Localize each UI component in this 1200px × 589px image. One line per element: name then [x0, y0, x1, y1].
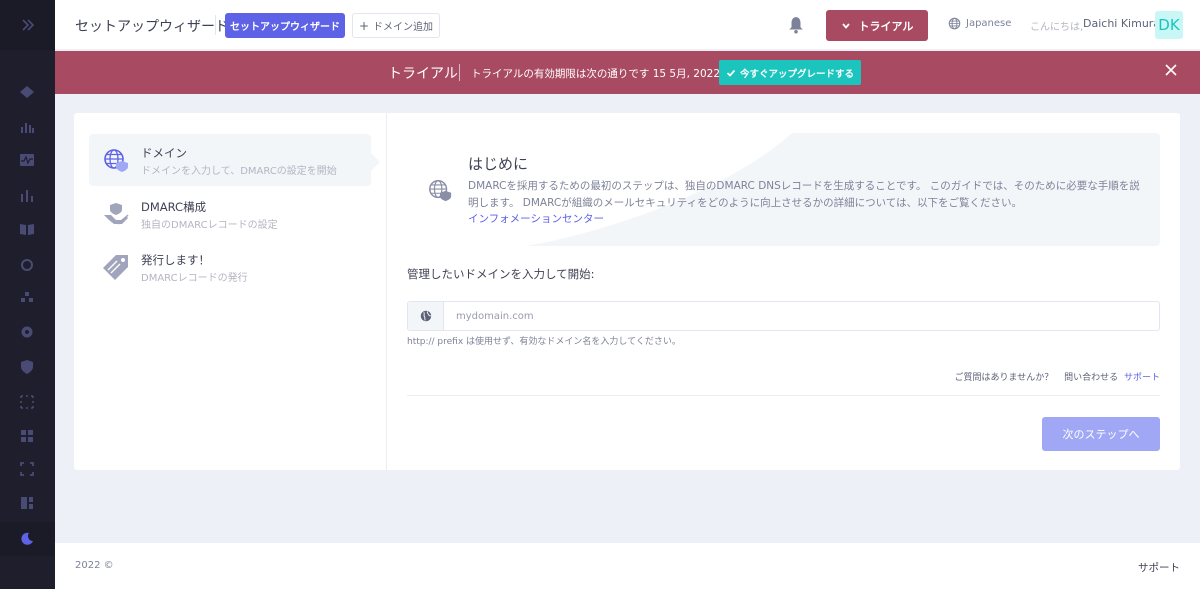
sidebar-item-chart[interactable] — [18, 118, 36, 136]
frame-icon — [20, 462, 34, 476]
sidebar-item-circle[interactable] — [18, 256, 36, 274]
layout-icon — [21, 497, 33, 509]
bar-chart-icon — [21, 123, 34, 133]
sidebar-item-layout[interactable] — [18, 494, 36, 512]
username[interactable]: Daichi Kimura — [1083, 17, 1160, 30]
step-publish[interactable]: 発行します！ DMARCレコードの発行 — [89, 241, 371, 293]
sidebar — [0, 0, 55, 589]
avatar[interactable]: DK — [1155, 11, 1183, 39]
language-selector[interactable]: Japanese — [948, 17, 1011, 30]
information-center-link[interactable]: インフォメーションセンター — [468, 211, 604, 226]
contact-text: 問い合わせる — [1064, 373, 1119, 383]
domain-input-label: 管理したいドメインを入力して開始: — [407, 267, 595, 281]
plus-icon: + — [358, 18, 370, 33]
active-step-arrow — [371, 153, 380, 171]
next-step-button[interactable]: 次のステップへ — [1042, 417, 1160, 451]
sidebar-item-scan[interactable] — [18, 393, 36, 411]
footer-support-link[interactable]: サポート — [1138, 560, 1180, 575]
globe-icon — [420, 310, 431, 322]
globe-shield-icon — [429, 179, 452, 202]
gear-icon — [21, 326, 33, 338]
step-description: 独自のDMARCレコードの設定 — [141, 220, 278, 231]
dots-icon — [21, 292, 33, 302]
setup-wizard-button[interactable]: セットアップウィザード — [225, 13, 345, 38]
step-dmarc-config[interactable]: DMARC構成 独自のDMARCレコードの設定 — [89, 188, 371, 240]
shield-icon — [21, 360, 33, 374]
sidebar-item-frame[interactable] — [18, 460, 36, 478]
globe-icon — [948, 17, 961, 30]
check-icon — [726, 69, 736, 77]
layers-icon — [20, 86, 34, 98]
help-row: ご質問はありませんか？ 問い合わせる サポート — [954, 370, 1160, 383]
input-addon — [408, 302, 444, 330]
domain-input-hint: http:// prefix は使用せず、有効なドメイン名を入力してください。 — [407, 337, 681, 347]
banner-separator — [459, 64, 460, 81]
divider — [407, 395, 1160, 396]
upgrade-now-button[interactable]: 今すぐアップグレードする — [719, 60, 861, 85]
step-title: ドメイン — [141, 146, 187, 160]
step-domain[interactable]: ドメイン ドメインを入力して、DMARCの設定を開始 — [89, 134, 371, 186]
step-content: はじめに DMARCを採用するための最初のステップは、独自のDMARC DNSレ… — [407, 133, 1160, 470]
language-label: Japanese — [966, 18, 1012, 29]
intro-box: はじめに DMARCを採用するための最初のステップは、独自のDMARC DNSレ… — [407, 133, 1160, 246]
step-description: ドメインを入力して、DMARCの設定を開始 — [141, 166, 337, 177]
double-chevron-right-icon — [21, 19, 34, 31]
help-question: ご質問はありませんか？ — [954, 373, 1054, 383]
step-description: DMARCレコードの発行 — [141, 273, 248, 284]
sidebar-item-wizard[interactable] — [18, 530, 36, 548]
intro-title: はじめに — [468, 155, 529, 173]
step-title: DMARC構成 — [141, 200, 207, 214]
domain-input-group — [407, 301, 1160, 331]
moon-icon — [21, 532, 33, 545]
sidebar-item-settings[interactable] — [18, 323, 36, 341]
banner-label: トライアル — [388, 66, 458, 82]
banner-text: トライアルの有効期限は次の通りです 15 5月, 2022 — [471, 68, 721, 80]
header: セットアップウィザード セットアップウィザード + ドメイン追加 トライアル J… — [55, 0, 1200, 50]
circle-icon — [21, 259, 33, 271]
grid-icon — [21, 430, 33, 442]
footer: 2022 © サポート — [55, 543, 1200, 589]
sidebar-toggle[interactable] — [0, 0, 55, 50]
scan-icon — [20, 395, 34, 409]
footer-copyright: 2022 © — [75, 560, 114, 571]
activity-icon — [20, 154, 34, 166]
sidebar-item-dots[interactable] — [18, 289, 36, 307]
sidebar-item-activity[interactable] — [18, 151, 36, 169]
sidebar-item-shield[interactable] — [18, 358, 36, 376]
domain-input[interactable] — [444, 302, 1159, 330]
trial-banner: トライアル トライアルの有効期限は次の通りです 15 5月, 2022 今すぐア… — [55, 51, 1200, 94]
tags-icon — [103, 255, 128, 280]
book-icon — [20, 224, 34, 235]
trial-button-label: トライアル — [858, 19, 914, 33]
wizard-steps: ドメイン ドメインを入力して、DMARCの設定を開始 DMARC構成 独自のDM… — [74, 113, 387, 470]
title-separator — [215, 15, 216, 35]
hand-shield-icon — [104, 203, 129, 225]
wizard-card: ドメイン ドメインを入力して、DMARCの設定を開始 DMARC構成 独自のDM… — [74, 113, 1180, 470]
support-link[interactable]: サポート — [1124, 373, 1160, 383]
step-title: 発行します！ — [141, 253, 210, 267]
intro-text: DMARCを採用するための最初のステップは、独自のDMARC DNSレコードを生… — [468, 180, 1140, 209]
upgrade-button-label: 今すぐアップグレードする — [739, 68, 854, 80]
add-domain-button[interactable]: + ドメイン追加 — [352, 13, 440, 38]
greeting: こんにちは, — [1030, 22, 1084, 33]
close-icon[interactable] — [1164, 63, 1178, 77]
chevron-down-icon — [841, 22, 850, 29]
sidebar-item-stats[interactable] — [18, 187, 36, 205]
sidebar-item-grid[interactable] — [18, 427, 36, 445]
stats-icon — [21, 190, 33, 202]
add-domain-label: ドメイン追加 — [373, 22, 434, 33]
trial-button[interactable]: トライアル — [826, 10, 928, 41]
globe-shield-icon — [104, 149, 128, 172]
sidebar-item-layers[interactable] — [18, 83, 36, 101]
bell-icon[interactable] — [787, 16, 805, 34]
page-title: セットアップウィザード — [75, 19, 229, 35]
sidebar-item-book[interactable] — [18, 220, 36, 238]
